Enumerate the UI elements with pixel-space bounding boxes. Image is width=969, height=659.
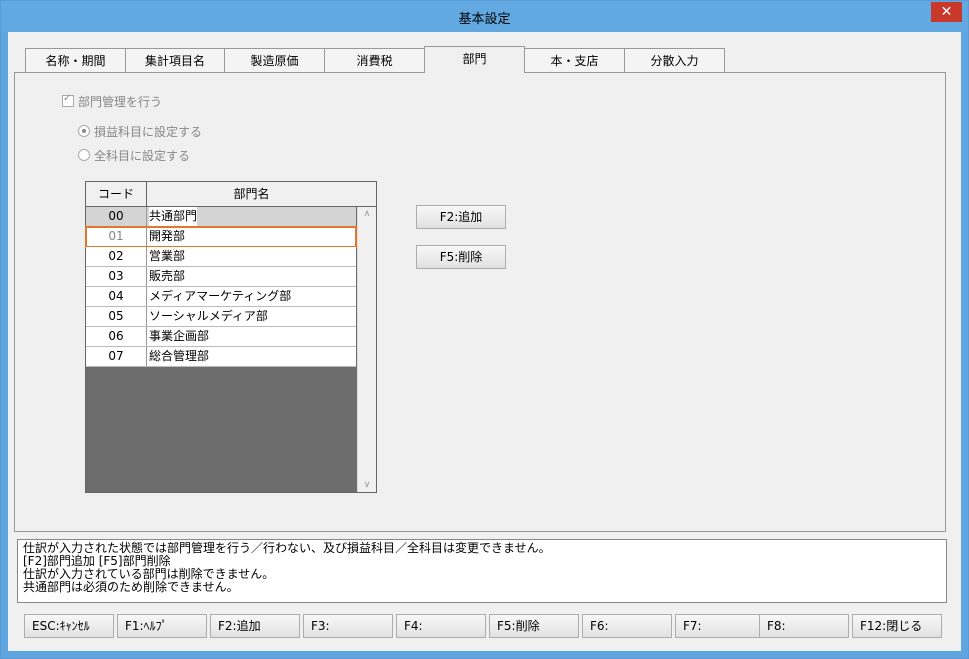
dept-mgmt-checkbox[interactable]: 部門管理を行う bbox=[62, 93, 162, 110]
table-row[interactable]: 05 ソーシャルメディア部 bbox=[86, 307, 356, 327]
row-code: 01 bbox=[86, 227, 147, 246]
row-name: ソーシャルメディア部 bbox=[149, 309, 268, 323]
settings-window: 基本設定 ✕ 名称・期間 集計項目名 製造原価 消費税 部門 本・支店 分散入力… bbox=[0, 0, 969, 659]
f5-delete-button[interactable]: F5:削除 bbox=[489, 614, 579, 638]
tab-name-period[interactable]: 名称・期間 bbox=[25, 48, 126, 72]
tab-department[interactable]: 部門 bbox=[424, 46, 525, 73]
table-row[interactable]: 03 販売部 bbox=[86, 267, 356, 287]
row-name: 共通部門 bbox=[149, 207, 198, 226]
row-name: 開発部 bbox=[149, 229, 186, 243]
all-accounts-label: 全科目に設定する bbox=[94, 149, 191, 163]
table-row[interactable]: 07 総合管理部 bbox=[86, 347, 356, 367]
row-name: 総合管理部 bbox=[149, 349, 210, 363]
grid-rows: 00 共通部門 01 開発部 02 営業部 03 販売部 04 メディアマーケティング部 … bbox=[85, 207, 357, 367]
department-panel: 部門管理を行う 損益科目に設定する 全科目に設定する コード 部門名 00共通部… bbox=[14, 72, 946, 532]
vertical-scrollbar[interactable]: ∧ ∨ bbox=[357, 207, 376, 492]
pl-accounts-radio[interactable]: 損益科目に設定する bbox=[78, 123, 202, 140]
table-row[interactable]: 00 共通部門 bbox=[86, 207, 356, 227]
dept-mgmt-label: 部門管理を行う bbox=[78, 95, 163, 109]
row-code: 07 bbox=[86, 347, 147, 366]
f12-close-button[interactable]: F12:閉じる bbox=[852, 614, 942, 638]
f7-button[interactable]: F7: bbox=[675, 614, 765, 638]
row-code: 03 bbox=[86, 267, 147, 286]
f8-button[interactable]: F8: bbox=[759, 614, 849, 638]
row-name: 事業企画部 bbox=[149, 329, 210, 343]
row-code: 06 bbox=[86, 327, 147, 346]
scroll-up-icon[interactable]: ∧ bbox=[358, 209, 376, 219]
scroll-down-icon[interactable]: ∨ bbox=[358, 480, 376, 490]
table-row[interactable]: 04 メディアマーケティング部 bbox=[86, 287, 356, 307]
grid-header: コード 部門名 bbox=[86, 182, 376, 207]
add-department-button[interactable]: F2:追加 bbox=[416, 205, 506, 229]
f1-help-button[interactable]: F1:ﾍﾙﾌﾟ bbox=[117, 614, 207, 638]
tab-manufacturing-cost[interactable]: 製造原価 bbox=[224, 48, 325, 72]
table-row[interactable]: 02 営業部 bbox=[86, 247, 356, 267]
all-accounts-radio[interactable]: 全科目に設定する bbox=[78, 147, 190, 164]
name-column-header: 部門名 bbox=[233, 187, 270, 201]
department-grid: コード 部門名 00 共通部門 01 開発部 02 営業部 03 販売部 04 メディアマ… bbox=[85, 181, 377, 493]
f2-add-button[interactable]: F2:追加 bbox=[210, 614, 300, 638]
title-bar: 基本設定 ✕ bbox=[1, 1, 968, 32]
table-row[interactable]: 06 事業企画部 bbox=[86, 327, 356, 347]
row-name: 営業部 bbox=[149, 249, 186, 263]
checkbox-checked-icon bbox=[62, 93, 74, 107]
window-title: 基本設定 bbox=[458, 12, 511, 27]
radio-unselected-icon bbox=[78, 149, 90, 161]
tab-summary-items[interactable]: 集計項目名 bbox=[125, 48, 225, 72]
close-icon[interactable]: ✕ bbox=[931, 2, 962, 22]
table-row-selected[interactable]: 01 開発部 bbox=[85, 226, 357, 248]
row-code: 04 bbox=[86, 287, 147, 306]
delete-department-button[interactable]: F5:削除 bbox=[416, 245, 506, 269]
f6-button[interactable]: F6: bbox=[582, 614, 672, 638]
tab-branch[interactable]: 本・支店 bbox=[524, 48, 625, 72]
code-column-header: コード bbox=[86, 182, 147, 206]
f4-button[interactable]: F4: bbox=[396, 614, 486, 638]
row-code: 00 bbox=[86, 207, 147, 226]
esc-cancel-button[interactable]: ESC:ｷｬﾝｾﾙ bbox=[24, 614, 114, 638]
f3-button[interactable]: F3: bbox=[303, 614, 393, 638]
message-area: 仕訳が入力された状態では部門管理を行う／行わない、及び損益科目／全科目は変更でき… bbox=[17, 539, 947, 603]
message-line: 共通部門は必須のため削除できません。 bbox=[23, 580, 239, 594]
pl-accounts-label: 損益科目に設定する bbox=[94, 125, 203, 139]
radio-selected-icon bbox=[78, 125, 90, 137]
tab-consumption-tax[interactable]: 消費税 bbox=[324, 48, 425, 72]
row-code: 02 bbox=[86, 247, 147, 266]
row-code: 05 bbox=[86, 307, 147, 326]
tab-distributed-input[interactable]: 分散入力 bbox=[624, 48, 725, 72]
row-name: メディアマーケティング部 bbox=[149, 289, 292, 303]
row-name: 販売部 bbox=[149, 269, 186, 283]
